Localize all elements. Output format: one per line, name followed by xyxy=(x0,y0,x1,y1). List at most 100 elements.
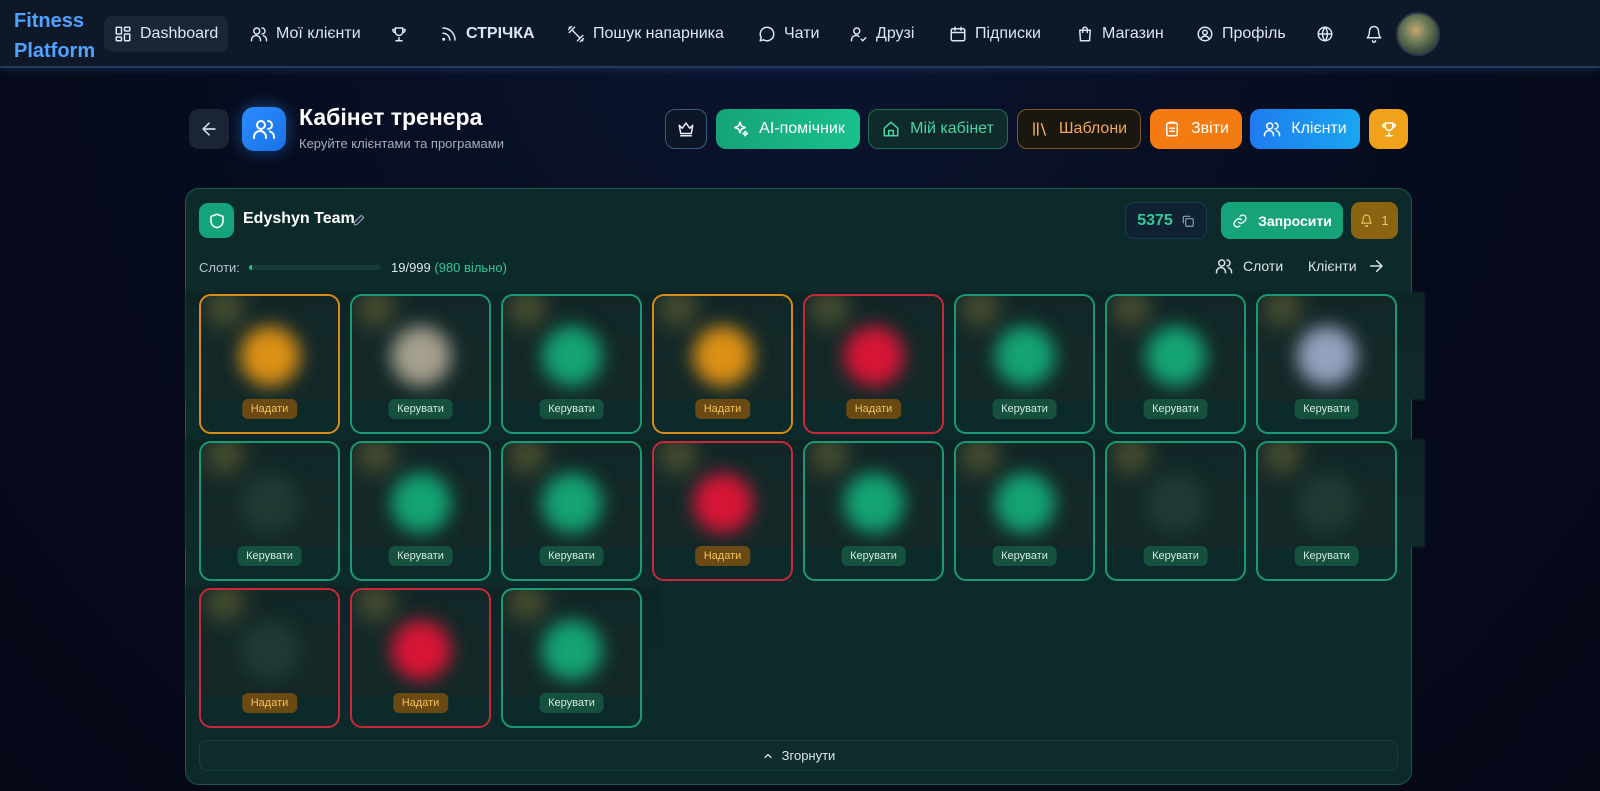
slots-link-label: Слоти xyxy=(1243,258,1284,274)
clipboard-icon xyxy=(1166,121,1178,137)
nav-subscriptions[interactable]: Підписки xyxy=(939,16,1051,52)
grant-access-button[interactable]: Надати xyxy=(241,693,298,713)
nav-friends[interactable]: Друзі xyxy=(840,16,924,52)
client-card[interactable]: Керувати xyxy=(501,294,642,434)
grant-access-button[interactable]: Надати xyxy=(694,399,751,419)
nav-partner-search[interactable]: Пошук напарника xyxy=(557,16,734,52)
user-check-icon xyxy=(850,27,867,42)
ai-assistant-label: AI-помічник xyxy=(759,120,845,137)
client-avatar xyxy=(692,473,753,533)
collapse-label: Згорнути xyxy=(781,748,836,763)
slots-link[interactable]: Слоти xyxy=(1215,257,1283,275)
users-icon xyxy=(1264,122,1281,137)
client-card[interactable]: Керувати xyxy=(501,441,642,581)
client-card[interactable]: Керувати xyxy=(199,441,340,581)
client-avatar xyxy=(1296,326,1357,386)
edit-team-button[interactable] xyxy=(352,213,366,227)
slots-progress-fill xyxy=(249,265,252,270)
manage-client-button[interactable]: Керувати xyxy=(1143,399,1208,419)
client-card[interactable]: Надати xyxy=(199,588,340,728)
nav-dashboard[interactable]: Dashboard xyxy=(104,16,229,52)
nav-achievements[interactable] xyxy=(380,16,418,52)
manage-client-button[interactable]: Керувати xyxy=(539,693,604,713)
trophy-button[interactable] xyxy=(1369,109,1408,149)
grant-access-button[interactable]: Надати xyxy=(392,693,449,713)
nav-chats[interactable]: Чати xyxy=(748,16,829,52)
nav-friends-label: Друзі xyxy=(876,25,915,42)
clients-button[interactable]: Клієнти xyxy=(1250,109,1360,149)
manage-client-button[interactable]: Керувати xyxy=(539,546,604,566)
slots-free: (980 вільно) xyxy=(434,260,507,275)
manage-client-button[interactable]: Керувати xyxy=(388,546,453,566)
client-card[interactable]: Керувати xyxy=(501,588,642,728)
client-card[interactable]: Керувати xyxy=(803,441,944,581)
team-name: Edyshyn Team xyxy=(243,210,355,227)
team-notifications-button[interactable]: 1 xyxy=(1351,202,1398,239)
manage-client-button[interactable]: Керувати xyxy=(237,546,302,566)
client-card[interactable]: Надати xyxy=(652,294,793,434)
team-code-copy[interactable]: 5375 xyxy=(1125,202,1207,239)
client-avatar xyxy=(541,620,602,680)
clients-label: Клієнти xyxy=(1291,120,1347,137)
notifications-button[interactable] xyxy=(1355,16,1393,52)
ai-assistant-button[interactable]: AI-помічник xyxy=(716,109,860,149)
dumbbell-icon xyxy=(567,25,585,43)
nav-shop[interactable]: Магазин xyxy=(1066,16,1174,52)
slots-used-total: 19/999 xyxy=(391,260,431,275)
nav-my-clients[interactable]: Мої клієнти xyxy=(240,16,371,52)
client-card[interactable]: Керувати xyxy=(1256,441,1397,581)
grant-access-button[interactable]: Надати xyxy=(694,546,751,566)
invite-button[interactable]: Запросити xyxy=(1221,202,1343,239)
client-card[interactable]: Надати xyxy=(652,441,793,581)
page-title: Кабінет тренера xyxy=(299,104,483,130)
client-card[interactable]: Керувати xyxy=(1256,294,1397,434)
nav-profile[interactable]: Профіль xyxy=(1186,16,1296,52)
users-icon xyxy=(1215,259,1233,274)
my-cabinet-button[interactable]: Мій кабінет xyxy=(868,109,1008,149)
collapse-button[interactable]: Згорнути xyxy=(199,740,1398,771)
nav-feed-label: СТРІЧКА xyxy=(466,25,535,42)
nav-partner-search-label: Пошук напарника xyxy=(593,25,724,42)
sparkles-icon xyxy=(734,121,749,137)
user-avatar[interactable] xyxy=(1396,12,1440,56)
client-avatar xyxy=(1145,473,1206,533)
manage-client-button[interactable]: Керувати xyxy=(992,546,1057,566)
home-icon xyxy=(883,121,899,137)
language-button[interactable] xyxy=(1306,16,1344,52)
client-card[interactable]: Керувати xyxy=(1105,441,1246,581)
client-card[interactable]: Керувати xyxy=(954,441,1095,581)
grant-access-button[interactable]: Надати xyxy=(241,399,298,419)
templates-button[interactable]: Шаблони xyxy=(1017,109,1141,149)
manage-client-button[interactable]: Керувати xyxy=(1143,546,1208,566)
slots-count: 19/999 (980 вільно) xyxy=(391,260,507,275)
clients-link[interactable]: Клієнти xyxy=(1308,257,1385,275)
client-card[interactable]: Надати xyxy=(803,294,944,434)
client-card[interactable]: Керувати xyxy=(350,441,491,581)
client-card[interactable]: Надати xyxy=(350,588,491,728)
manage-client-button[interactable]: Керувати xyxy=(992,399,1057,419)
client-avatar xyxy=(390,326,451,386)
reports-label: Звіти xyxy=(1191,120,1229,137)
client-card[interactable]: Надати xyxy=(199,294,340,434)
back-button[interactable] xyxy=(189,109,229,149)
client-avatar xyxy=(994,473,1055,533)
nav-subscriptions-label: Підписки xyxy=(975,25,1041,42)
manage-client-button[interactable]: Керувати xyxy=(388,399,453,419)
grant-access-button[interactable]: Надати xyxy=(845,399,902,419)
manage-client-button[interactable]: Керувати xyxy=(841,546,906,566)
client-card[interactable]: Керувати xyxy=(954,294,1095,434)
manage-client-button[interactable]: Керувати xyxy=(539,399,604,419)
client-card[interactable]: Керувати xyxy=(350,294,491,434)
client-card[interactable]: Керувати xyxy=(1105,294,1246,434)
nav-dashboard-label: Dashboard xyxy=(140,25,219,42)
my-cabinet-label: Мій кабінет xyxy=(910,120,994,137)
nav-feed[interactable]: СТРІЧКА xyxy=(430,16,545,52)
manage-client-button[interactable]: Керувати xyxy=(1294,546,1359,566)
reports-button[interactable]: Звіти xyxy=(1150,109,1242,149)
premium-button[interactable] xyxy=(665,109,707,149)
app-logo[interactable]: Fitness Platform xyxy=(14,6,106,66)
manage-client-button[interactable]: Керувати xyxy=(1294,399,1359,419)
client-avatar xyxy=(390,473,451,533)
trophy-icon xyxy=(1381,122,1396,137)
slots-progress-bar xyxy=(249,265,381,270)
